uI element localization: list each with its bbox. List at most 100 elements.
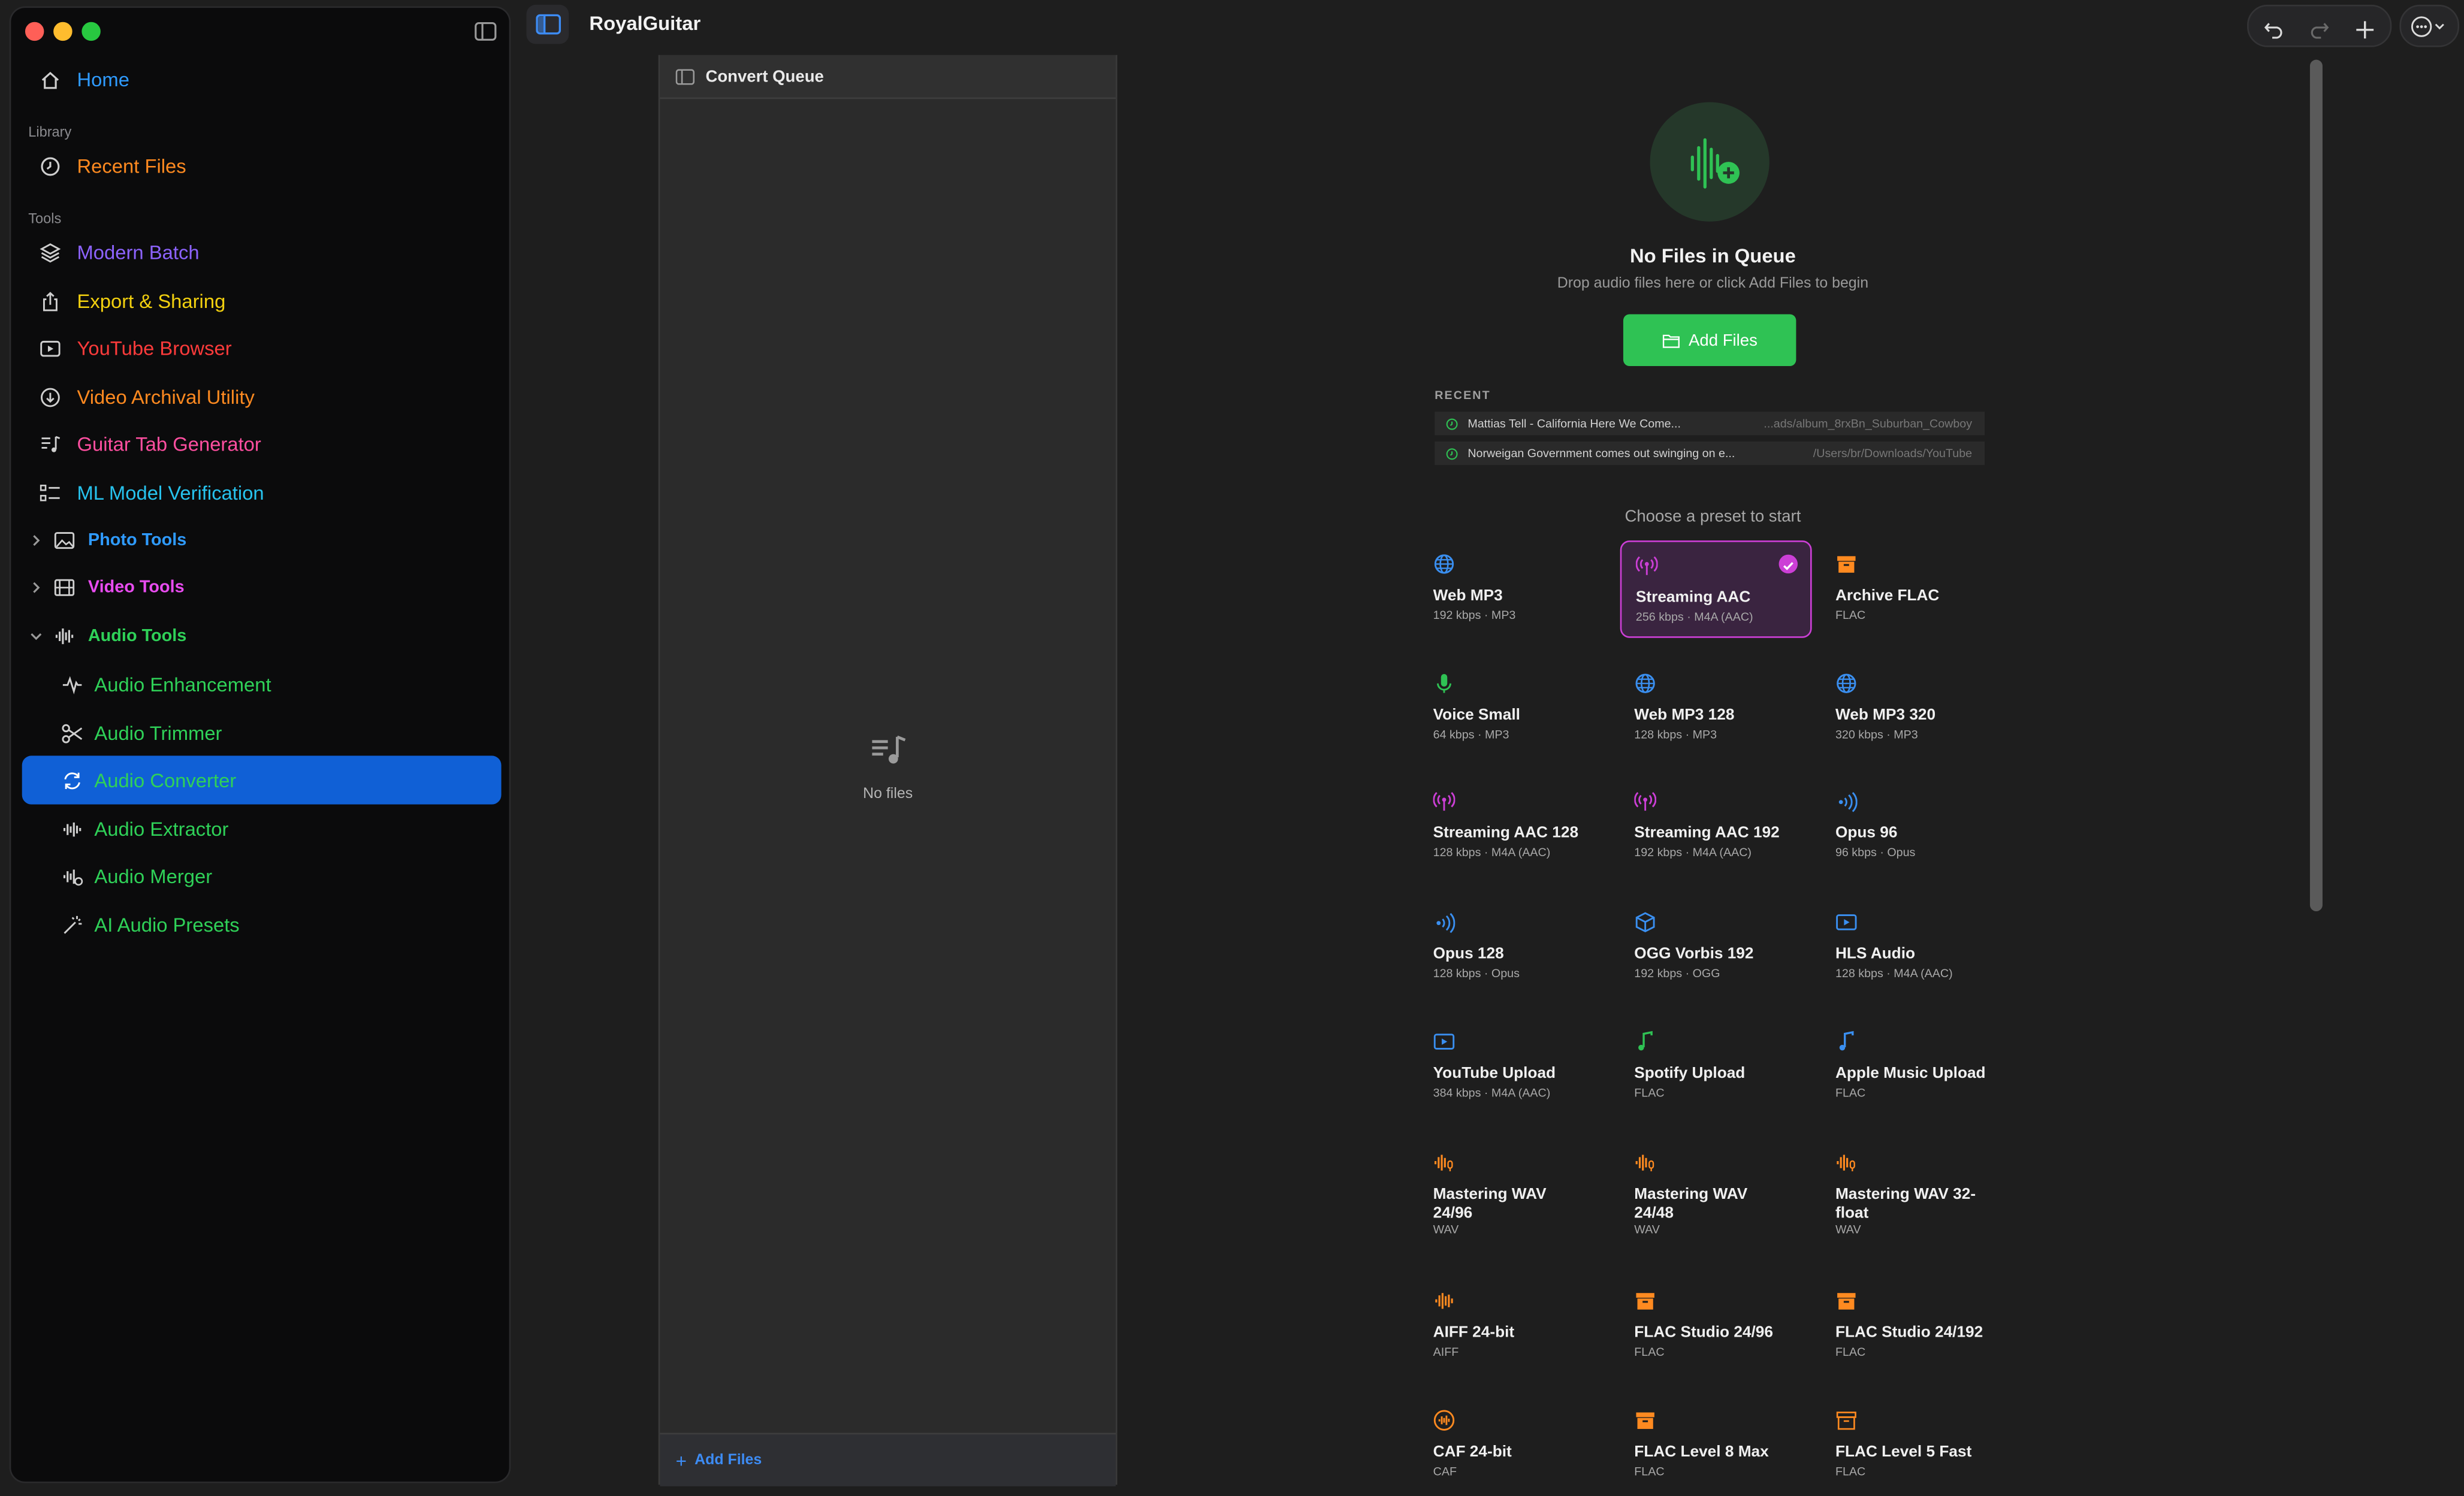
preset-card[interactable]: HLS Audio 128 kbps · M4A (AAC) bbox=[1821, 899, 2013, 996]
sidebar-item-label: Modern Batch bbox=[77, 241, 200, 264]
clock-icon bbox=[41, 157, 60, 176]
plus-icon[interactable] bbox=[2354, 19, 2376, 41]
group-label: Photo Tools bbox=[87, 531, 187, 550]
preset-card[interactable]: Spotify Upload FLAC bbox=[1620, 1018, 1812, 1116]
add-files-button[interactable]: Add Files bbox=[1623, 314, 1796, 367]
chevron-right-icon bbox=[33, 582, 40, 593]
convert-queue-panel: Convert Queue No files + Add Files bbox=[658, 55, 1118, 1486]
preset-name: FLAC Level 5 Fast bbox=[1835, 1443, 1972, 1461]
preset-detail: 64 kbps · MP3 bbox=[1433, 727, 1509, 742]
preset-detail: 192 kbps · OGG bbox=[1634, 966, 1720, 981]
preset-card[interactable]: Web MP3 320 320 kbps · MP3 bbox=[1821, 660, 2013, 757]
preset-card[interactable]: Archive FLAC FLAC bbox=[1821, 540, 2013, 638]
minimize-window-button[interactable] bbox=[53, 22, 73, 41]
sidebar-item-ml-verification[interactable]: ML Model Verification bbox=[40, 476, 264, 511]
sidebar: Home Library Recent Files Tools Modern B… bbox=[9, 6, 511, 1483]
preset-card[interactable]: Apple Music Upload FLAC bbox=[1821, 1018, 2013, 1116]
preset-detail: WAV bbox=[1433, 1222, 1459, 1237]
preset-card[interactable]: Mastering WAV 32-float WAV bbox=[1821, 1139, 2013, 1237]
more-button[interactable] bbox=[2399, 4, 2460, 47]
preset-card[interactable]: Streaming AAC 128 128 kbps · M4A (AAC) bbox=[1419, 778, 1611, 875]
preset-name: AIFF 24-bit bbox=[1433, 1324, 1515, 1342]
antenna-icon bbox=[1635, 556, 1658, 575]
preset-name: Web MP3 128 bbox=[1634, 707, 1735, 724]
group-photo-tools[interactable]: Photo Tools bbox=[28, 525, 186, 556]
scissors-icon bbox=[62, 724, 83, 744]
sidebar-item-video-archival[interactable]: Video Archival Utility bbox=[40, 380, 255, 415]
app-title: RoyalGuitar bbox=[589, 12, 701, 35]
sidebar-toggle-icon[interactable] bbox=[475, 22, 497, 41]
preset-card[interactable]: AIFF 24-bit AIFF bbox=[1419, 1277, 1611, 1375]
preset-name: Voice Small bbox=[1433, 707, 1520, 724]
preset-detail: FLAC bbox=[1835, 1344, 1866, 1359]
undo-icon[interactable] bbox=[2263, 19, 2285, 41]
recent-item[interactable]: Mattias Tell - California Here We Come..… bbox=[1435, 412, 1985, 436]
sidebar-item-audio-extractor[interactable]: Audio Extractor bbox=[61, 812, 228, 847]
sidebar-item-audio-merger[interactable]: Audio Merger bbox=[61, 859, 212, 894]
preset-card[interactable]: Opus 96 96 kbps · Opus bbox=[1821, 778, 2013, 875]
preset-card[interactable]: Mastering WAV 24/48 WAV bbox=[1620, 1139, 1812, 1237]
group-audio-tools[interactable]: Audio Tools bbox=[28, 621, 186, 652]
preset-name: Web MP3 bbox=[1433, 587, 1503, 605]
preset-card[interactable]: OGG Vorbis 192 192 kbps · OGG bbox=[1620, 899, 1812, 996]
recent-item-path: /Users/br/Downloads/YouTube bbox=[1813, 446, 1973, 461]
group-label: Video Tools bbox=[87, 578, 185, 597]
sidebar-item-home[interactable]: Home bbox=[40, 63, 129, 98]
preset-card[interactable]: Web MP3 192 kbps · MP3 bbox=[1419, 540, 1611, 638]
sidebar-icon bbox=[535, 14, 560, 35]
play-rectangle-icon bbox=[1836, 914, 1857, 930]
preset-card[interactable]: Streaming AAC 192 192 kbps · M4A (AAC) bbox=[1620, 778, 1812, 875]
preset-detail: CAF bbox=[1433, 1464, 1457, 1479]
queue-title: Convert Queue bbox=[705, 67, 824, 86]
sidebar-item-audio-enhancement[interactable]: Audio Enhancement bbox=[61, 668, 271, 703]
folder-icon bbox=[1662, 334, 1679, 347]
queue-add-files-label: Add Files bbox=[694, 1452, 762, 1469]
redo-icon[interactable] bbox=[2308, 19, 2330, 41]
sidebar-item-audio-converter[interactable]: Audio Converter bbox=[61, 763, 236, 798]
preset-card[interactable]: Opus 128 128 kbps · Opus bbox=[1419, 899, 1611, 996]
sidebar-item-recent-files[interactable]: Recent Files bbox=[40, 149, 186, 184]
photo-icon bbox=[54, 532, 75, 549]
toolbar: RoyalGuitar bbox=[512, 0, 2464, 53]
sidebar-item-label: Audio Merger bbox=[94, 865, 213, 888]
preset-card[interactable]: Mastering WAV 24/96 WAV bbox=[1419, 1139, 1611, 1237]
sidebar-item-youtube-browser[interactable]: YouTube Browser bbox=[40, 331, 232, 366]
preset-card[interactable]: Voice Small 64 kbps · MP3 bbox=[1419, 660, 1611, 757]
preset-detail: 384 kbps · M4A (AAC) bbox=[1433, 1086, 1551, 1100]
preset-card[interactable]: FLAC Level 5 Fast FLAC bbox=[1821, 1397, 2013, 1494]
preset-card[interactable]: FLAC Studio 24/192 FLAC bbox=[1821, 1277, 2013, 1375]
scrollbar[interactable] bbox=[2309, 59, 2323, 911]
preset-detail: 320 kbps · MP3 bbox=[1835, 727, 1918, 742]
group-video-tools[interactable]: Video Tools bbox=[28, 572, 185, 603]
sidebar-item-export-sharing[interactable]: Export & Sharing bbox=[40, 285, 225, 319]
film-icon bbox=[54, 579, 75, 596]
recent-item[interactable]: Norweigan Government comes out swinging … bbox=[1435, 441, 1985, 466]
sidebar-item-ai-audio-presets[interactable]: AI Audio Presets bbox=[61, 908, 240, 943]
choose-preset-label: Choose a preset to start bbox=[1624, 507, 1801, 527]
preset-name: CAF 24-bit bbox=[1433, 1443, 1512, 1461]
preset-detail: FLAC bbox=[1634, 1464, 1665, 1479]
waveform-icon bbox=[63, 822, 81, 837]
preset-card[interactable]: Streaming AAC 256 kbps · M4A (AAC) bbox=[1620, 540, 1812, 638]
checkmark-icon bbox=[1778, 554, 1798, 574]
close-window-button[interactable] bbox=[25, 22, 44, 41]
sidebar-item-modern-batch[interactable]: Modern Batch bbox=[40, 235, 200, 270]
preset-card[interactable]: FLAC Level 8 Max FLAC bbox=[1620, 1397, 1812, 1494]
sidebar-item-audio-trimmer[interactable]: Audio Trimmer bbox=[61, 717, 222, 751]
queue-add-files-button[interactable]: + Add Files bbox=[660, 1432, 1116, 1486]
antenna-icon bbox=[1634, 791, 1657, 811]
preset-card[interactable]: YouTube Upload 384 kbps · M4A (AAC) bbox=[1419, 1018, 1611, 1116]
sidebar-item-guitar-tab[interactable]: Guitar Tab Generator bbox=[40, 427, 261, 462]
sidebar-icon[interactable] bbox=[675, 68, 695, 84]
preset-card[interactable]: CAF 24-bit CAF bbox=[1419, 1397, 1611, 1494]
preset-detail: 192 kbps · MP3 bbox=[1433, 608, 1516, 622]
sidebar-item-label: Audio Trimmer bbox=[94, 723, 222, 745]
preset-card[interactable]: Web MP3 128 128 kbps · MP3 bbox=[1620, 660, 1812, 757]
zoom-window-button[interactable] bbox=[81, 22, 101, 41]
checklist-icon bbox=[40, 485, 60, 501]
chevron-down-icon bbox=[31, 633, 42, 640]
sidebar-toggle-button[interactable] bbox=[526, 4, 569, 44]
preset-detail: WAV bbox=[1835, 1222, 1861, 1237]
preset-detail: FLAC bbox=[1634, 1086, 1665, 1100]
preset-card[interactable]: FLAC Studio 24/96 FLAC bbox=[1620, 1277, 1812, 1375]
